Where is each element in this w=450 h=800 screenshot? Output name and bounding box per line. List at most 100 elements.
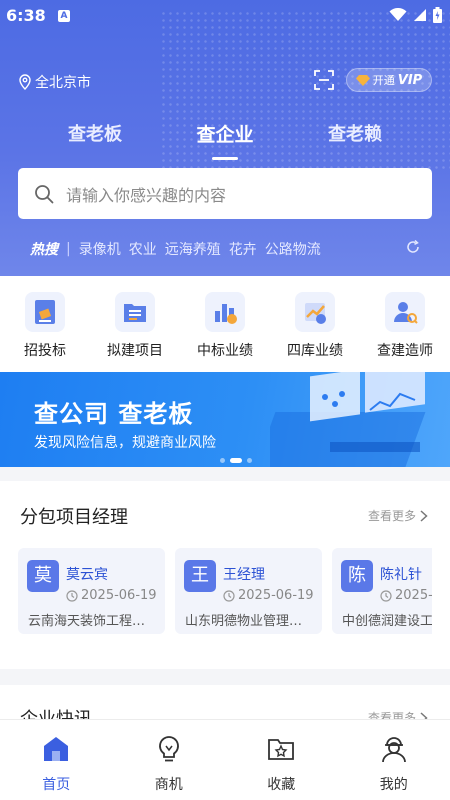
bottom-tab-bar: 首页 商机 收藏 我的 [0, 719, 450, 800]
vip-label: 开通 [372, 74, 395, 87]
location-pin-icon [19, 74, 31, 90]
hot-separator: | [66, 241, 71, 257]
quick-four-db-record[interactable]: 四库业绩 [270, 276, 360, 372]
dashboard-illustration [270, 372, 426, 467]
diamond-icon [355, 74, 370, 86]
quick-winning-record[interactable]: 中标业绩 [180, 276, 270, 372]
manager-name: 王经理 [223, 567, 265, 583]
manager-company: 云南海天装饰工程… [28, 614, 146, 629]
lightbulb-icon [158, 736, 179, 762]
hot-term[interactable]: 公路物流 [265, 239, 321, 259]
quick-four-db-record-label: 四库业绩 [287, 343, 343, 359]
manager-date: 2025-0 [380, 588, 432, 603]
banner-title: 查公司 查老板 [34, 400, 194, 428]
quick-bid-label: 招投标 [24, 343, 66, 359]
pager-dot-active [230, 458, 242, 463]
clock-icon [380, 589, 392, 602]
avatar: 莫 [27, 560, 59, 592]
tab-home[interactable]: 首页 [0, 720, 113, 800]
search-type-tabs: 查老板 查企业 查老赖 [0, 120, 450, 160]
hot-search-bar: 热搜 | 录像机 农业 远海养殖 花卉 公路物流 [30, 238, 420, 260]
engineer-search-icon [385, 292, 425, 332]
project-list-icon [115, 292, 155, 332]
manager-card[interactable]: 王 王经理 2025-06-19 山东明德物业管理… [175, 548, 322, 634]
quick-entry-grid: 招投标 拟建项目 中标业绩 四库业绩 查建造师 [0, 276, 450, 372]
section-title: 分包项目经理 [20, 507, 128, 528]
tab-opportunities[interactable]: 商机 [113, 720, 226, 800]
date-text: 2025-0 [395, 588, 432, 603]
tab-company-label: 查企业 [196, 124, 254, 146]
banner-subtitle: 发现风险信息，规避商业风险 [34, 435, 216, 451]
home-icon [44, 737, 69, 761]
tab-opportunities-label: 商机 [154, 777, 183, 793]
system-icons [389, 7, 442, 23]
notification-a-icon: A [58, 10, 70, 22]
active-tab-indicator [212, 157, 238, 160]
manager-card[interactable]: 陈 陈礼针 2025-0 中创德润建设工 [332, 548, 432, 634]
search-input[interactable]: 请输入你感兴趣的内容 [18, 168, 432, 219]
location-selector[interactable]: 全北京市 [18, 72, 91, 92]
tab-company[interactable]: 查企业 [170, 120, 280, 160]
manager-company: 山东明德物业管理… [185, 614, 303, 629]
profile-icon [381, 737, 406, 763]
battery-icon [433, 7, 442, 23]
banner-pager [220, 458, 252, 463]
tab-defaulter[interactable]: 查老赖 [300, 120, 410, 146]
tab-profile[interactable]: 我的 [338, 720, 450, 800]
quick-planned-project[interactable]: 拟建项目 [90, 276, 180, 372]
signal-icon [414, 9, 426, 21]
tab-boss[interactable]: 查老板 [40, 120, 150, 146]
subcontract-manager-section: 分包项目经理 查看更多 莫 莫云宾 2025-06-19 云南海天装饰工程… 王… [0, 481, 450, 669]
hot-search-label: 热搜 [30, 242, 58, 258]
wifi-icon [389, 8, 407, 21]
pager-dot [247, 458, 252, 463]
search-icon [35, 184, 54, 203]
quick-find-engineer[interactable]: 查建造师 [360, 276, 450, 372]
date-text: 2025-06-19 [81, 588, 157, 603]
chevron-right-icon [420, 509, 428, 522]
clock-icon [66, 589, 78, 602]
bar-chart-icon [205, 292, 245, 332]
status-bar: 6:38 A [0, 0, 450, 32]
location-label: 全北京市 [35, 75, 91, 91]
date-text: 2025-06-19 [238, 588, 314, 603]
manager-date: 2025-06-19 [66, 588, 157, 603]
clock-icon [223, 589, 235, 602]
tab-home-label: 首页 [42, 777, 71, 793]
manager-company: 中创德润建设工 [342, 614, 432, 629]
header: 6:38 A 全北京市 开通 VIP 查老板 查企业 查老赖 请输入你感兴趣的内… [0, 0, 450, 276]
tab-defaulter-label: 查老赖 [328, 124, 382, 145]
view-more-link[interactable]: 查看更多 [368, 507, 428, 524]
avatar: 王 [184, 560, 216, 592]
manager-card[interactable]: 莫 莫云宾 2025-06-19 云南海天装饰工程… [18, 548, 165, 634]
refresh-icon[interactable] [406, 240, 420, 254]
avatar: 陈 [341, 560, 373, 592]
quick-winning-record-label: 中标业绩 [197, 343, 253, 359]
hot-term[interactable]: 录像机 [79, 239, 121, 259]
manager-name: 陈礼针 [380, 567, 422, 583]
quick-find-engineer-label: 查建造师 [377, 343, 433, 359]
hot-term[interactable]: 远海养殖 [165, 239, 221, 259]
quick-bid[interactable]: 招投标 [0, 276, 90, 372]
hot-term[interactable]: 农业 [129, 239, 157, 259]
tab-favorites[interactable]: 收藏 [225, 720, 338, 800]
scan-icon[interactable] [314, 70, 334, 90]
tab-favorites-label: 收藏 [267, 777, 296, 793]
quick-planned-project-label: 拟建项目 [107, 343, 163, 359]
tab-boss-label: 查老板 [68, 124, 122, 145]
view-more-label: 查看更多 [367, 509, 416, 523]
status-time: 6:38 [6, 6, 46, 25]
trend-chart-icon [295, 292, 335, 332]
vip-badge: VIP [397, 72, 423, 88]
vip-button[interactable]: 开通 VIP [346, 68, 432, 92]
bid-icon [25, 292, 65, 332]
manager-name: 莫云宾 [66, 567, 108, 583]
promo-banner[interactable]: 查公司 查老板 发现风险信息，规避商业风险 [0, 372, 450, 467]
search-placeholder: 请输入你感兴趣的内容 [66, 185, 227, 205]
pager-dot [220, 458, 225, 463]
tab-profile-label: 我的 [379, 777, 408, 793]
hot-term[interactable]: 花卉 [229, 239, 257, 259]
manager-carousel[interactable]: 莫 莫云宾 2025-06-19 云南海天装饰工程… 王 王经理 2025-06… [18, 548, 432, 638]
manager-date: 2025-06-19 [223, 588, 314, 603]
favorites-folder-icon [268, 739, 295, 760]
